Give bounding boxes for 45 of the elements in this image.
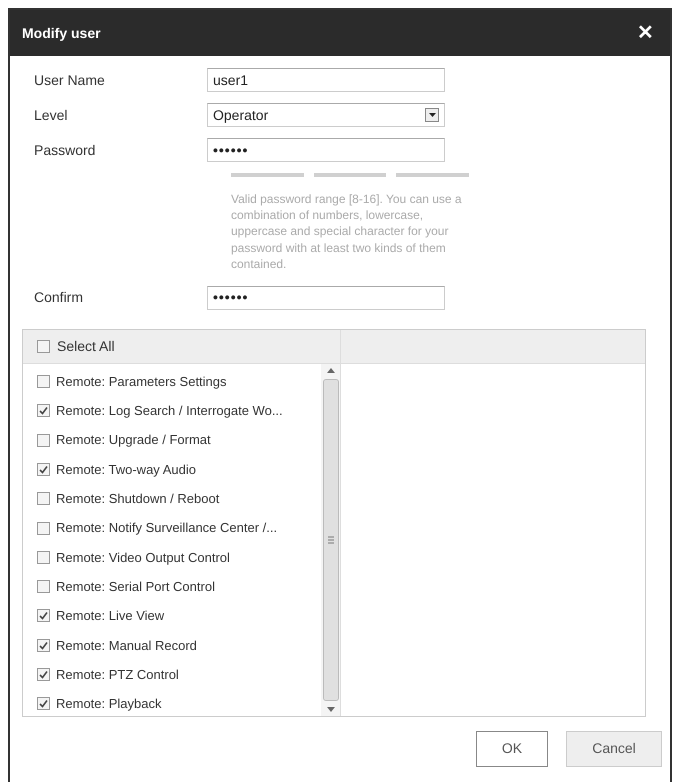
scrollbar[interactable] bbox=[321, 364, 341, 716]
scroll-up-icon[interactable] bbox=[326, 368, 334, 373]
checkbox[interactable] bbox=[37, 609, 50, 622]
checkbox[interactable] bbox=[37, 340, 50, 353]
checkbox[interactable] bbox=[37, 492, 50, 506]
checkbox[interactable] bbox=[37, 522, 50, 535]
checkbox[interactable] bbox=[37, 434, 50, 447]
input-field[interactable]: user1 bbox=[207, 68, 445, 92]
ok-button[interactable]: OK bbox=[476, 730, 548, 767]
checkbox[interactable] bbox=[37, 462, 50, 476]
dropdown-caret-icon bbox=[425, 108, 439, 122]
checkbox[interactable] bbox=[37, 697, 50, 710]
permission-label: Remote: Manual Record bbox=[56, 636, 197, 654]
permission-label: Remote: Notify Surveillance Center /... bbox=[56, 519, 278, 538]
select-all-label: Select All bbox=[57, 336, 115, 356]
permission-label: Remote: Live View bbox=[56, 607, 164, 626]
password-field[interactable]: •••••• bbox=[207, 286, 445, 310]
cancel-button[interactable]: Cancel bbox=[566, 730, 662, 767]
window-title: Modify user bbox=[22, 24, 101, 43]
permission-label: Remote: Log Search / Interrogate Wo... bbox=[56, 402, 283, 420]
password-field[interactable]: •••••• bbox=[207, 138, 445, 162]
field-label: User Name bbox=[34, 70, 106, 90]
checkbox[interactable] bbox=[37, 404, 50, 418]
grip-icon bbox=[328, 536, 334, 544]
checkbox[interactable] bbox=[37, 668, 50, 682]
field-label: Confirm bbox=[34, 288, 84, 308]
permission-label: Remote: Two-way Audio bbox=[56, 460, 196, 479]
scroll-thumb[interactable] bbox=[322, 378, 338, 701]
scroll-down-icon[interactable] bbox=[326, 706, 334, 712]
field-label: Level bbox=[34, 106, 68, 124]
permission-label: Remote: Shutdown / Reboot bbox=[56, 490, 220, 508]
close-button[interactable]: ✕ bbox=[635, 23, 656, 43]
checkbox[interactable] bbox=[37, 550, 50, 564]
permission-label: Remote: Playback bbox=[56, 695, 162, 714]
permission-label: Remote: Serial Port Control bbox=[56, 578, 215, 596]
permission-label: Remote: Video Output Control bbox=[56, 548, 230, 567]
password-hint: Valid password range [8-16]. You can use a combination of numbers, lowercase, uppercase and special character for your password with at least two kinds of them contained. bbox=[231, 191, 463, 272]
field-label: Password bbox=[34, 140, 96, 160]
permission-label: Remote: Upgrade / Format bbox=[56, 431, 211, 450]
permission-label: Remote: Parameters Settings bbox=[56, 372, 227, 391]
checkbox[interactable] bbox=[37, 580, 50, 594]
level-dropdown[interactable]: Operator bbox=[207, 103, 445, 127]
checkbox[interactable] bbox=[37, 638, 50, 652]
checkbox[interactable] bbox=[37, 375, 50, 388]
permission-label: Remote: PTZ Control bbox=[56, 666, 179, 684]
